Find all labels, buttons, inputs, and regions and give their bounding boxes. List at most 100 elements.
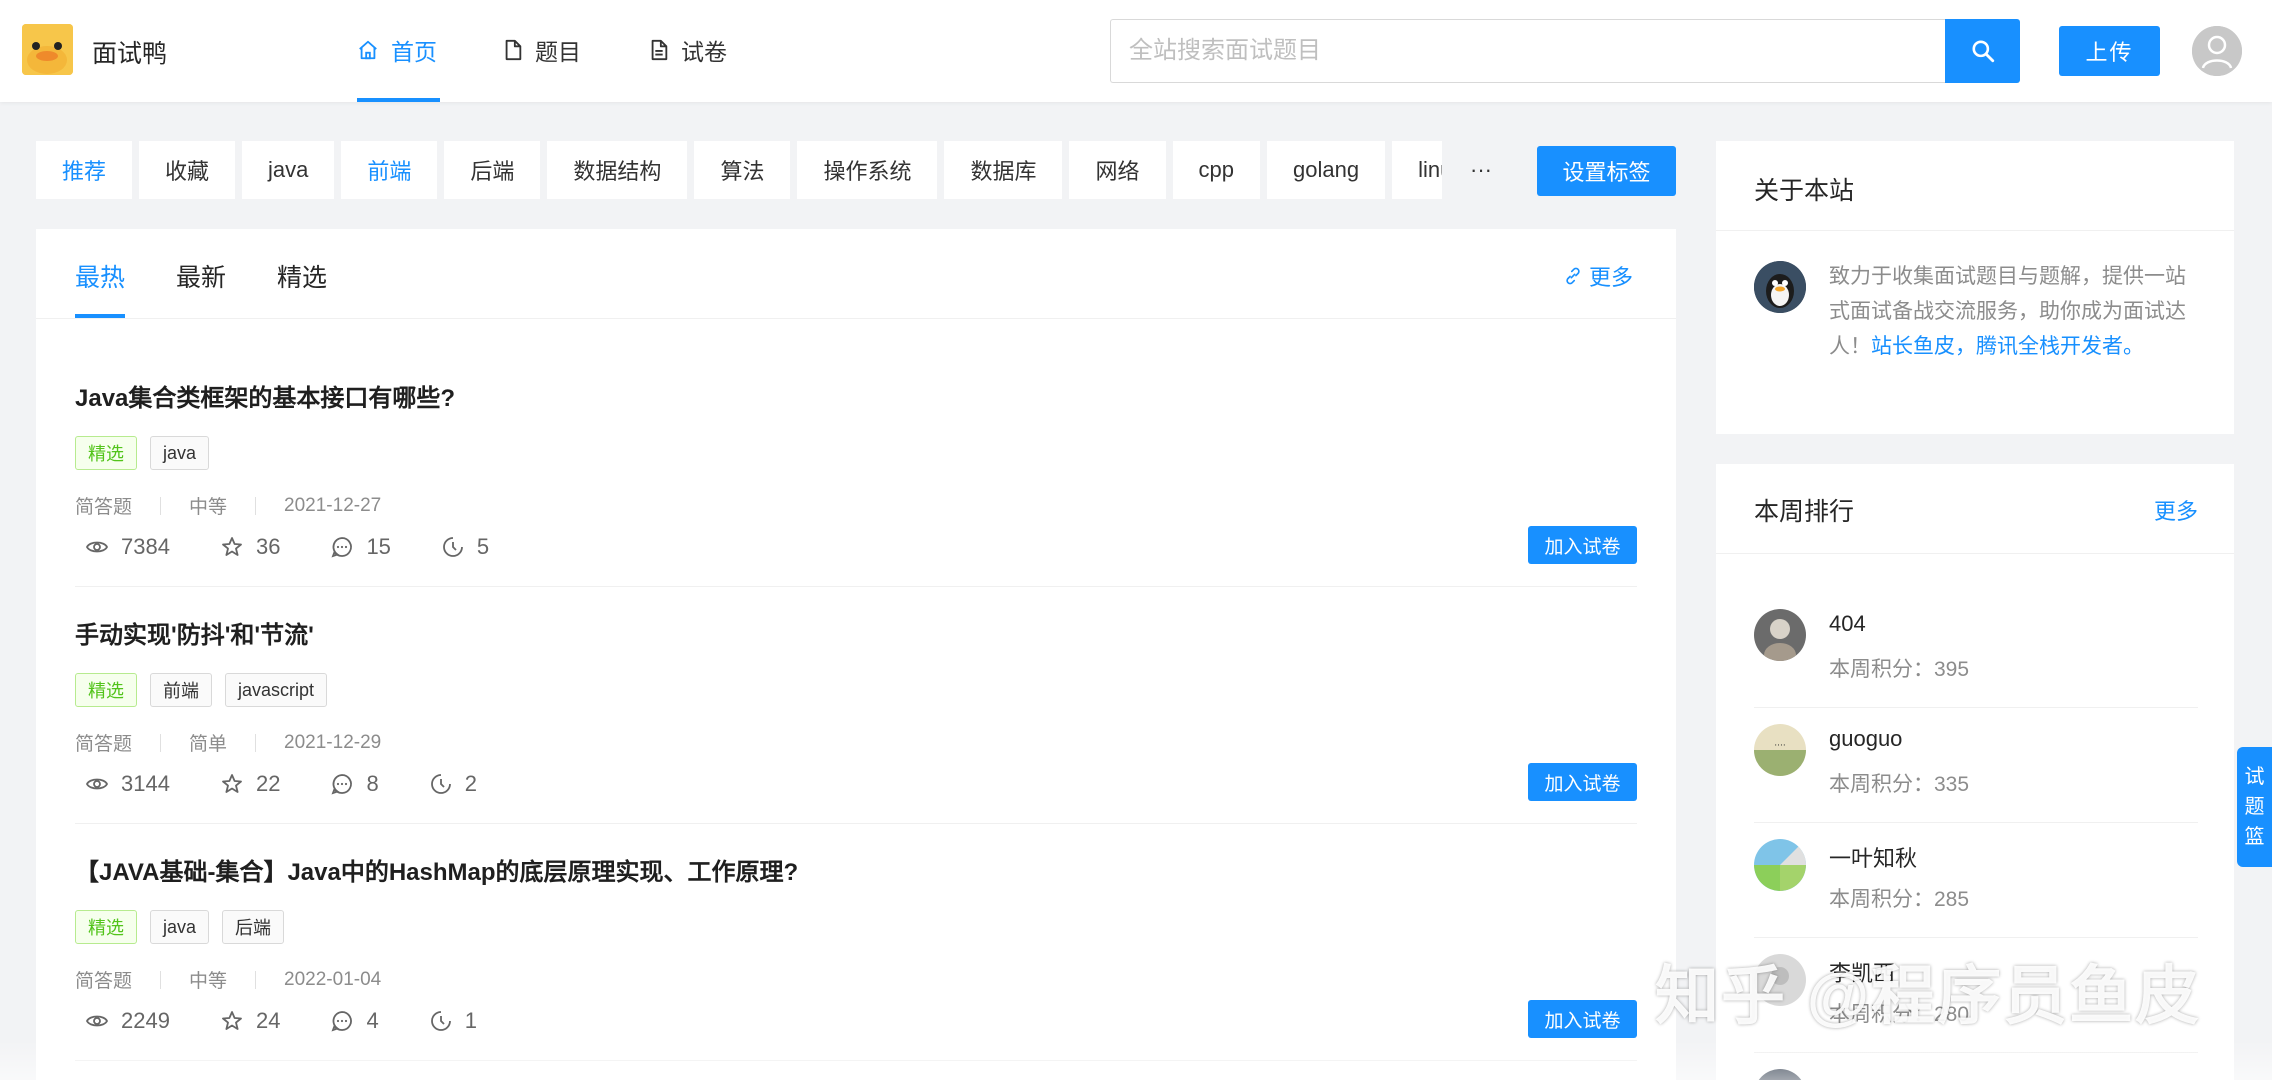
upload-button[interactable]: 上传 (2059, 26, 2160, 76)
tag-golang[interactable]: golang (1266, 141, 1386, 199)
question-meta: 简答题 中等 2022-01-04 (75, 966, 381, 993)
rank-name[interactable]: guoguo (1829, 726, 1902, 752)
link-icon (1566, 267, 1580, 285)
tag-backend[interactable]: 后端 (444, 141, 541, 199)
home-icon (359, 40, 377, 60)
tag-network[interactable]: 网络 (1069, 141, 1166, 199)
add-to-paper-button[interactable]: 加入试卷 (1528, 1000, 1637, 1038)
question-divider (75, 586, 1637, 587)
star-icon[interactable] (220, 772, 244, 796)
duck-icon (22, 24, 73, 75)
tag-frontend[interactable]: 前端 (341, 141, 438, 199)
question-divider (75, 823, 1637, 824)
rank-item[interactable]: 404 本周积分：395 (1754, 609, 2198, 724)
question-date: 2021-12-27 (284, 494, 382, 516)
question-title[interactable]: 【JAVA基础-集合】Java中的HashMap的底层原理实现、工作原理? (75, 852, 798, 887)
bottom-fade (0, 1040, 2272, 1080)
view-count: 2249 (121, 1008, 170, 1033)
question-tag[interactable]: 精选 (75, 673, 137, 707)
question-tag[interactable]: java (150, 436, 210, 470)
tag-cpp[interactable]: cpp (1172, 141, 1260, 199)
question-tag[interactable]: 前端 (150, 673, 212, 707)
comment-icon[interactable] (330, 772, 354, 796)
score-value: 395 (1934, 658, 1970, 681)
tag-linux[interactable]: linux (1392, 141, 1442, 199)
avatar-image-icon (1754, 839, 1806, 891)
comment-icon[interactable] (330, 535, 354, 559)
site-name[interactable]: 面试鸭 (92, 34, 167, 70)
question-tag[interactable]: 精选 (75, 436, 137, 470)
question-tag[interactable]: 后端 (222, 910, 285, 944)
tag-recommend[interactable]: 推荐 (36, 141, 133, 199)
rank-name[interactable]: 一叶知秋 (1829, 841, 1917, 873)
search-button[interactable] (1945, 19, 2020, 83)
question-stats: 3144 22 8 2 (85, 771, 527, 797)
basket-label-char: 篮 (2244, 826, 2265, 848)
nav-questions[interactable]: 题目 (503, 34, 581, 66)
rank-avatar[interactable] (1754, 609, 1806, 661)
star-icon[interactable] (220, 535, 244, 559)
file-text-icon (651, 39, 668, 61)
tag-os[interactable]: 操作系统 (797, 141, 938, 199)
tag-java[interactable]: java (242, 141, 335, 199)
star-icon[interactable] (220, 1009, 244, 1033)
ranking-more-link[interactable]: 更多 (2154, 494, 2198, 526)
nav-papers[interactable]: 试卷 (649, 34, 727, 66)
add-to-paper-button[interactable]: 加入试卷 (1528, 763, 1637, 801)
basket-label-char: 题 (2244, 796, 2265, 818)
rank-avatar[interactable] (1754, 839, 1806, 891)
question-tag[interactable]: 精选 (75, 910, 137, 944)
clock-icon (430, 1011, 451, 1031)
question-type: 简答题 (75, 497, 133, 518)
search-icon (1971, 40, 1994, 63)
avatar-image-icon (1754, 609, 1806, 661)
tab-featured[interactable]: 精选 (277, 258, 327, 294)
tab-hottest[interactable]: 最热 (75, 258, 125, 294)
clock-icon (430, 774, 451, 794)
tag-database[interactable]: 数据库 (944, 141, 1063, 199)
add-to-paper-button[interactable]: 加入试卷 (1528, 526, 1637, 564)
answer-count: 1 (464, 1008, 477, 1033)
score-value: 335 (1934, 773, 1970, 796)
set-tags-button[interactable]: 设置标签 (1537, 146, 1676, 196)
more-link-label: 更多 (1589, 265, 1634, 290)
question-difficulty: 中等 (189, 971, 228, 992)
rank-item[interactable]: ···· guoguo 本周积分：335 (1754, 724, 2198, 839)
more-link[interactable]: 更多 (1563, 260, 1633, 292)
tab-divider (36, 318, 1676, 319)
question-difficulty: 简单 (189, 734, 228, 755)
nav-home-label: 首页 (391, 39, 437, 65)
rank-avatar[interactable]: ···· (1754, 724, 1806, 776)
file-icon (505, 39, 522, 61)
tag-more-button[interactable]: ··· (1442, 141, 1520, 199)
tag-favorites[interactable]: 收藏 (139, 141, 236, 199)
question-stats: 7384 36 15 5 (85, 534, 539, 560)
question-tag[interactable]: javascript (225, 673, 328, 707)
question-title[interactable]: Java集合类框架的基本接口有哪些? (75, 378, 455, 413)
about-author-link[interactable]: 站长鱼皮，腾讯全栈开发者。 (1871, 335, 2144, 358)
comment-icon[interactable] (330, 1009, 354, 1033)
question-title[interactable]: 手动实现'防抖'和'节流' (75, 615, 314, 650)
question-type: 简答题 (75, 734, 133, 755)
question-tag[interactable]: java (150, 910, 210, 944)
view-count: 3144 (121, 771, 170, 796)
tag-algorithms[interactable]: 算法 (694, 141, 791, 199)
tab-latest[interactable]: 最新 (176, 258, 226, 294)
answer-count: 2 (464, 771, 477, 796)
score-label: 本周积分： (1829, 658, 1934, 681)
question-date: 2022-01-04 (284, 968, 382, 990)
question-basket-button[interactable]: 试 题 篮 (2237, 747, 2272, 867)
tag-data-structures[interactable]: 数据结构 (547, 141, 688, 199)
rank-item[interactable]: 一叶知秋 本周积分：285 (1754, 839, 2198, 954)
question-meta: 简答题 中等 2021-12-27 (75, 492, 381, 519)
basket-label-char: 试 (2244, 766, 2265, 788)
score-label: 本周积分： (1829, 773, 1934, 796)
rank-name[interactable]: 404 (1829, 611, 1866, 637)
site-logo[interactable] (22, 24, 73, 75)
eye-icon (85, 778, 109, 790)
category-tag-bar: 推荐 收藏 java 前端 后端 数据结构 算法 操作系统 数据库 网络 cpp… (36, 141, 1442, 199)
about-avatar (1754, 261, 1806, 313)
nav-home[interactable]: 首页 (357, 34, 437, 66)
user-avatar[interactable] (2192, 26, 2242, 76)
search-input[interactable] (1110, 19, 1946, 83)
